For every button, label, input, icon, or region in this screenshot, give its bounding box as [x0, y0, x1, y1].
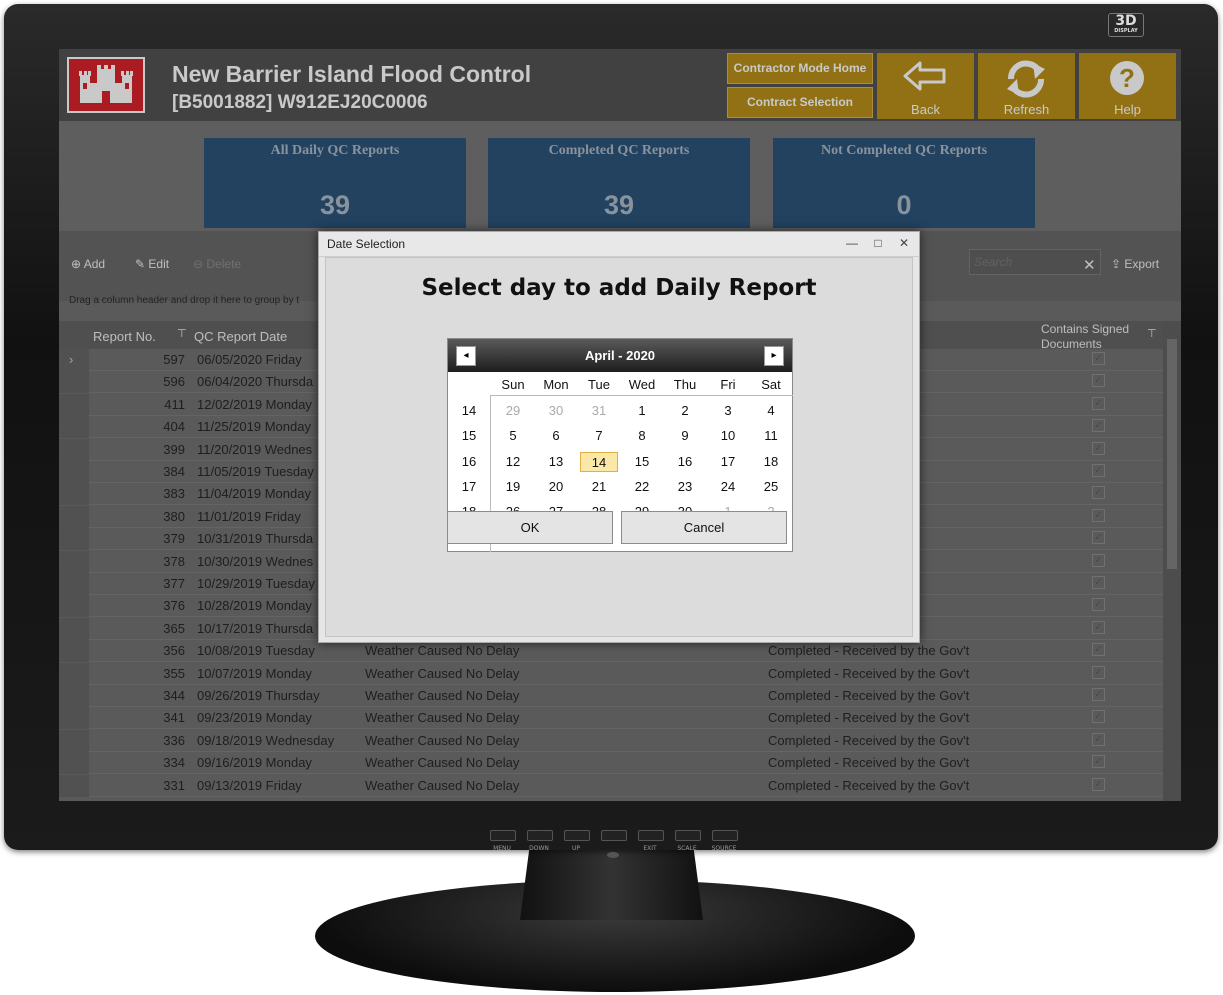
monitor-button-label: SCALE — [677, 845, 697, 852]
calendar-day[interactable]: 16 — [666, 452, 704, 472]
ok-button[interactable]: OK — [447, 511, 613, 544]
monitor-button-label: MENU — [493, 845, 511, 852]
calendar-month: April - 2020 — [584, 348, 656, 363]
calendar-day[interactable]: 14 — [580, 451, 618, 472]
calendar-day[interactable]: 19 — [494, 477, 532, 497]
app-screen: New Barrier Island Flood Control [B50018… — [59, 49, 1181, 801]
calendar-day[interactable]: 23 — [666, 477, 704, 497]
monitor-button[interactable] — [527, 830, 553, 841]
weekday-label: Fri — [720, 377, 736, 392]
calendar-day[interactable]: 12 — [494, 452, 532, 472]
calendar-header: ◂ April - 2020 ▸ — [448, 339, 792, 372]
calendar-day[interactable]: 24 — [709, 477, 747, 497]
close-icon[interactable]: ✕ — [895, 234, 913, 252]
monitor-button-label: EXIT — [643, 845, 657, 852]
calendar-day[interactable]: 22 — [623, 477, 661, 497]
calendar-day[interactable]: 29 — [494, 401, 532, 421]
calendar-day[interactable]: 11 — [752, 426, 790, 446]
weekday-label: Wed — [628, 377, 656, 392]
calendar-day[interactable]: 6 — [537, 426, 575, 446]
weekday-label: Sun — [501, 377, 525, 392]
calendar-day[interactable]: 7 — [580, 426, 618, 446]
calendar-day[interactable]: 15 — [623, 452, 661, 472]
week-number: 17 — [461, 478, 477, 494]
calendar-day[interactable]: 31 — [580, 401, 618, 421]
monitor-button[interactable] — [675, 830, 701, 841]
monitor-button-label: DOWN — [529, 845, 549, 852]
calendar-day[interactable]: 4 — [752, 401, 790, 421]
power-led — [607, 852, 619, 858]
calendar-day[interactable]: 13 — [537, 452, 575, 472]
monitor-button[interactable] — [638, 830, 664, 841]
next-month-icon[interactable]: ▸ — [764, 346, 784, 366]
calendar-day[interactable]: 30 — [537, 401, 575, 421]
3d-display-logo: 3D DISPLAY — [1108, 13, 1144, 37]
monitor-button[interactable] — [601, 830, 627, 841]
monitor-button-label: UP — [571, 845, 580, 852]
week-number: 16 — [461, 453, 477, 469]
minimize-icon[interactable]: — — [843, 234, 861, 252]
monitor-button-label: SOURCE — [711, 845, 737, 852]
monitor-button[interactable] — [712, 830, 738, 841]
weekday-label: Sat — [761, 377, 781, 392]
week-number: 14 — [461, 403, 477, 418]
maximize-icon[interactable]: □ — [869, 234, 887, 252]
calendar-day[interactable]: 20 — [537, 477, 575, 497]
calendar-day[interactable]: 18 — [752, 452, 790, 472]
monitor-button[interactable] — [490, 830, 516, 841]
calendar-day[interactable]: 17 — [709, 452, 747, 472]
dialog-body: Select day to add Daily Report ◂ April -… — [325, 257, 913, 637]
date-selection-dialog: Date Selection — □ ✕ Select day to add D… — [318, 231, 920, 643]
calendar-day[interactable]: 8 — [623, 426, 661, 446]
monitor-neck — [520, 850, 703, 920]
calendar-day[interactable]: 2 — [666, 401, 704, 421]
calendar-day[interactable]: 9 — [666, 426, 704, 446]
calendar-day[interactable]: 5 — [494, 426, 532, 446]
dialog-title: Date Selection — [327, 237, 406, 251]
monitor-button[interactable] — [564, 830, 590, 841]
calendar-day[interactable]: 25 — [752, 477, 790, 497]
calendar-day[interactable]: 3 — [709, 401, 747, 421]
dialog-titlebar: Date Selection — □ ✕ — [319, 232, 919, 257]
monitor-controls: MENU DOWN UP EXIT SCALE SOURCE — [490, 830, 750, 860]
calendar-day[interactable]: 21 — [580, 477, 618, 497]
calendar-day[interactable]: 1 — [623, 401, 661, 421]
dialog-heading: Select day to add Daily Report — [421, 275, 817, 301]
calendar-day[interactable]: 10 — [709, 426, 747, 446]
cancel-button[interactable]: Cancel — [621, 511, 787, 544]
week-number: 15 — [461, 428, 477, 444]
weekday-label: Mon — [543, 377, 569, 392]
weekday-label: Thu — [673, 377, 697, 392]
weekday-label: Tue — [588, 377, 610, 392]
